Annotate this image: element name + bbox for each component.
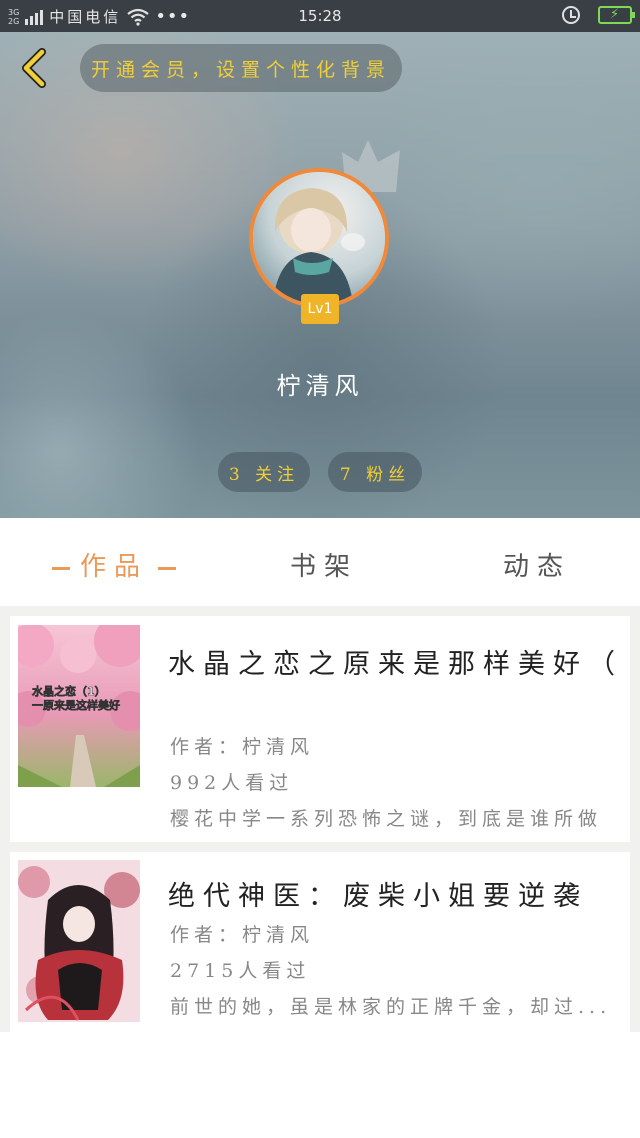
book-views: 992人看过 [170, 772, 294, 794]
tab-indicator-right [158, 566, 177, 570]
status-bar: 3G 2G 中国电信 ••• 15:28 ⚡ [0, 0, 640, 32]
profile-header: 开通会员，设置个性化背景 Lv1 柠清风 3 关注 7 粉丝 [0, 32, 640, 518]
username: 柠清风 [276, 372, 364, 400]
avatar[interactable] [249, 168, 389, 308]
tab-activity[interactable]: 动态 [503, 546, 571, 583]
back-arrow-icon[interactable] [14, 44, 54, 92]
following-button[interactable]: 3 关注 [218, 452, 310, 492]
list-item[interactable]: 水晶之恋（1） 一原来是这样美好 水晶之恋之原来是那样美好（ 作者：柠清风 99… [10, 616, 630, 842]
book-description: 樱花中学一系列恐怖之谜，到底是谁所做 [170, 808, 603, 830]
battery-icon: ⚡ [598, 6, 635, 24]
tab-bookshelf[interactable]: 书架 [290, 546, 358, 583]
tab-works[interactable]: 作品 [42, 546, 186, 583]
vip-banner-button[interactable]: 开通会员，设置个性化背景 [80, 44, 402, 92]
book-title: 绝代神医：废柴小姐要逆袭 [168, 881, 588, 912]
book-author: 作者：柠清风 [170, 924, 315, 946]
avatar-image [253, 172, 385, 304]
book-cover: 水晶之恋（1） 一原来是这样美好 [18, 625, 140, 787]
cover-title-line-2: 一原来是这样美好 [32, 698, 120, 712]
book-description: 前世的她，虽是林家的正牌千金，却过... [170, 996, 612, 1018]
book-cover [18, 860, 140, 1022]
alarm-icon [562, 6, 580, 24]
cover-title-line-1: 水晶之恋（1） [32, 684, 106, 698]
book-title: 水晶之恋之原来是那样美好（ [168, 649, 623, 680]
tab-bar: 作品 书架 动态 [0, 518, 640, 606]
level-badge: Lv1 [301, 294, 339, 324]
status-right: ⚡ [562, 6, 635, 24]
clock: 15:28 [298, 7, 342, 25]
works-list: 水晶之恋（1） 一原来是这样美好 水晶之恋之原来是那样美好（ 作者：柠清风 99… [0, 606, 640, 1032]
tab-indicator-left [52, 566, 70, 570]
book-views: 2715人看过 [170, 960, 311, 982]
fans-button[interactable]: 7 粉丝 [328, 452, 422, 492]
list-item[interactable]: 绝代神医：废柴小姐要逆袭 作者：柠清风 2715人看过 前世的她，虽是林家的正牌… [10, 852, 630, 1032]
book-author: 作者：柠清风 [170, 736, 315, 758]
tab-works-label: 作品 [80, 552, 149, 582]
